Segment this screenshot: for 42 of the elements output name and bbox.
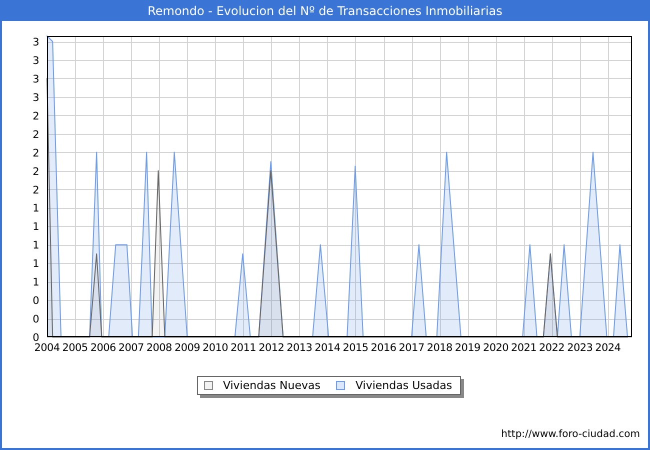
x-tick-label: 2007 xyxy=(118,342,144,354)
x-tick-label: 2006 xyxy=(90,342,116,354)
x-tick-label: 2024 xyxy=(595,342,621,354)
y-tick-label: 3 xyxy=(32,92,39,104)
y-tick-label: 1 xyxy=(32,276,39,289)
x-tick-label: 2020 xyxy=(482,342,508,354)
y-tick-label: 2 xyxy=(32,110,39,122)
legend-label: Viviendas Usadas xyxy=(355,379,452,392)
x-tick-label: 2010 xyxy=(202,342,228,354)
x-tick-label: 2004 xyxy=(34,342,60,354)
y-tick-label: 1 xyxy=(32,240,39,252)
y-tick-label: 3 xyxy=(32,73,39,86)
source-url: http://www.foro-ciudad.com xyxy=(501,429,640,440)
y-tick-label: 1 xyxy=(32,202,39,215)
y-tick-label: 2 xyxy=(32,128,39,141)
y-tick-label: 0 xyxy=(32,332,39,344)
x-tick-label: 2008 xyxy=(146,342,172,354)
x-tick-label: 2015 xyxy=(342,342,368,354)
x-tick-label: 2005 xyxy=(62,342,88,354)
y-tick-label: 0 xyxy=(32,295,39,308)
x-tick-label: 2016 xyxy=(370,342,396,354)
y-tick-label: 2 xyxy=(32,184,39,196)
x-tick-label: 2013 xyxy=(286,342,312,354)
x-tick-label: 2023 xyxy=(567,342,593,354)
x-tick-label: 2017 xyxy=(398,342,424,354)
x-tick-label: 2019 xyxy=(454,342,480,354)
y-tick-label: 2 xyxy=(32,147,39,160)
chart-title: Remondo - Evolucion del Nº de Transacciones Inmobiliarias xyxy=(148,4,502,18)
x-tick-label: 2009 xyxy=(174,342,200,354)
y-tick-label: 1 xyxy=(32,221,39,234)
y-tick-label: 1 xyxy=(32,258,39,270)
x-tick-label: 2021 xyxy=(510,342,537,354)
y-tick-label: 3 xyxy=(32,55,39,67)
x-tick-label: 2022 xyxy=(539,342,565,354)
x-tick-label: 2018 xyxy=(426,342,452,354)
x-tick-label: 2011 xyxy=(230,342,256,354)
x-tick-label: 2014 xyxy=(314,342,340,354)
x-tick-label: 2012 xyxy=(258,342,284,354)
y-tick-label: 0 xyxy=(32,314,39,326)
legend-label: Viviendas Nuevas xyxy=(222,379,320,392)
y-tick-label: 2 xyxy=(32,166,39,178)
y-tick-label: 3 xyxy=(32,36,39,49)
